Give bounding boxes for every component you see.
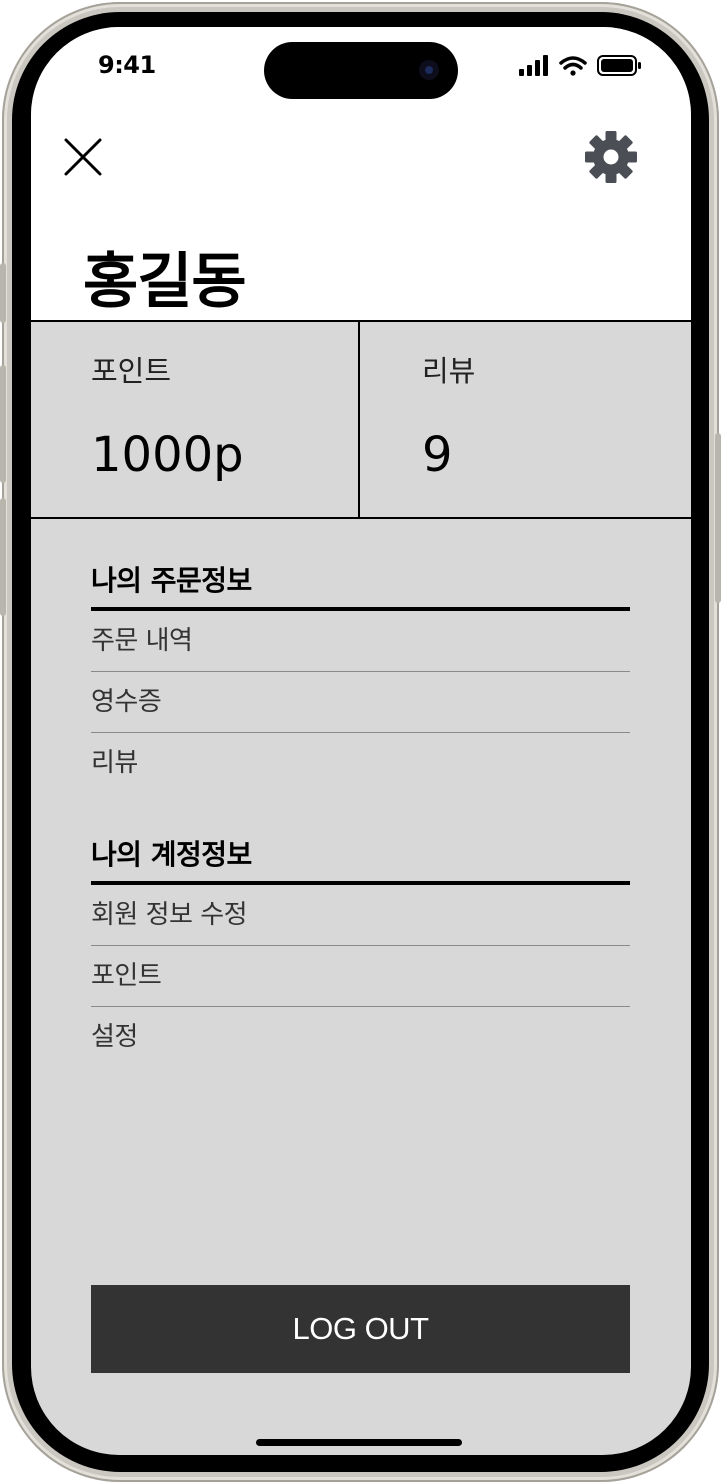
menu-item-edit-profile[interactable]: 회원 정보 수정	[91, 885, 630, 946]
stats-panel: 포인트 1000p 리뷰 9	[31, 320, 691, 519]
menu-item-order-history[interactable]: 주문 내역	[91, 611, 630, 672]
close-button[interactable]	[59, 133, 107, 181]
gear-icon	[585, 131, 637, 183]
logout-button[interactable]: LOG OUT	[91, 1285, 630, 1373]
close-icon	[64, 138, 102, 176]
order-info-title: 나의 주문정보	[91, 564, 252, 597]
account-info-section: 나의 계정정보 회원 정보 수정 포인트 설정	[91, 829, 630, 1067]
reviews-stat[interactable]: 리뷰 9	[360, 322, 687, 517]
volume-down-button	[0, 498, 6, 616]
home-indicator[interactable]	[256, 1439, 462, 1446]
user-name: 홍길동	[83, 247, 247, 317]
status-icons	[519, 55, 641, 76]
settings-button[interactable]	[583, 129, 639, 185]
menu-item-settings[interactable]: 설정	[91, 1007, 630, 1067]
status-time: 9:41	[98, 51, 156, 79]
points-value: 1000p	[91, 427, 244, 483]
volume-up-button	[0, 365, 6, 483]
wifi-icon	[559, 56, 587, 76]
order-info-menu: 주문 내역 영수증 리뷰	[91, 611, 630, 793]
menu-item-reviews[interactable]: 리뷰	[91, 733, 630, 793]
power-button	[715, 433, 721, 603]
profile-header: 9:41 홍길동	[31, 27, 691, 320]
menu-item-receipts[interactable]: 영수증	[91, 672, 630, 733]
menu-item-points[interactable]: 포인트	[91, 946, 630, 1007]
account-info-title: 나의 계정정보	[91, 838, 252, 871]
points-label: 포인트	[91, 354, 172, 388]
account-info-menu: 회원 정보 수정 포인트 설정	[91, 885, 630, 1067]
order-info-section: 나의 주문정보 주문 내역 영수증 리뷰	[91, 555, 630, 793]
reviews-value: 9	[422, 427, 453, 483]
camera-icon	[419, 60, 439, 80]
dynamic-island	[264, 42, 458, 99]
battery-icon	[597, 55, 641, 76]
reviews-label: 리뷰	[422, 354, 476, 388]
action-button	[0, 263, 6, 323]
points-stat[interactable]: 포인트 1000p	[31, 322, 358, 517]
cellular-signal-icon	[519, 55, 548, 76]
screen: 9:41 홍길동 포인트 1000p 리뷰 9 나의 주문정보 주문 내역 영수…	[31, 27, 691, 1455]
